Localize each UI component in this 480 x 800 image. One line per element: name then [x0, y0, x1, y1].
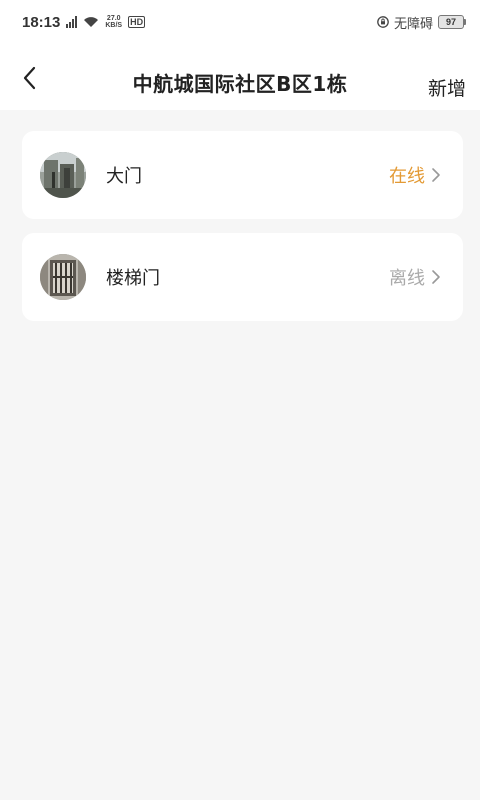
add-button[interactable]: 新增 — [428, 74, 466, 101]
status-right: 无障碍 97 — [377, 13, 466, 32]
accessibility-label: 无障碍 — [393, 16, 433, 32]
door-list: 大门 在线 楼梯门 离线 — [22, 131, 463, 335]
chevron-right-icon — [431, 167, 445, 183]
net-speed-unit: KB/S — [105, 22, 123, 29]
door-item-main-gate[interactable]: 大门 在线 — [22, 131, 463, 219]
door-avatar — [40, 152, 86, 198]
battery-level: 97 — [438, 15, 464, 29]
door-status-online: 在线 — [389, 166, 425, 187]
net-speed-value: 27.0 — [106, 15, 121, 22]
door-photo-icon — [40, 254, 86, 300]
wifi-icon — [84, 17, 99, 27]
door-avatar — [40, 254, 86, 300]
door-item-stair-door[interactable]: 楼梯门 离线 — [22, 233, 463, 321]
door-status-offline: 离线 — [389, 268, 425, 289]
chevron-right-icon — [431, 269, 445, 285]
status-time: 18:13 — [22, 13, 61, 31]
door-name: 大门 — [106, 166, 142, 187]
nav-bar: 中航城国际社区B区1栋 新增 — [0, 44, 480, 110]
screen: 18:13 27.0 KB/S HD 无障碍 97 中航城国际社区B区1栋 新增… — [0, 0, 480, 800]
status-left: 18:13 27.0 KB/S HD — [22, 13, 146, 31]
hd-icon: HD — [128, 16, 146, 28]
door-photo-icon — [40, 152, 86, 198]
status-bar: 18:13 27.0 KB/S HD 无障碍 97 — [0, 0, 480, 44]
net-speed: 27.0 KB/S — [105, 15, 122, 29]
page-title: 中航城国际社区B区1栋 — [132, 72, 348, 96]
battery-icon: 97 — [438, 15, 466, 29]
door-name: 楼梯门 — [106, 268, 160, 289]
rotation-lock-icon — [377, 16, 389, 28]
signal-icon — [66, 16, 78, 28]
